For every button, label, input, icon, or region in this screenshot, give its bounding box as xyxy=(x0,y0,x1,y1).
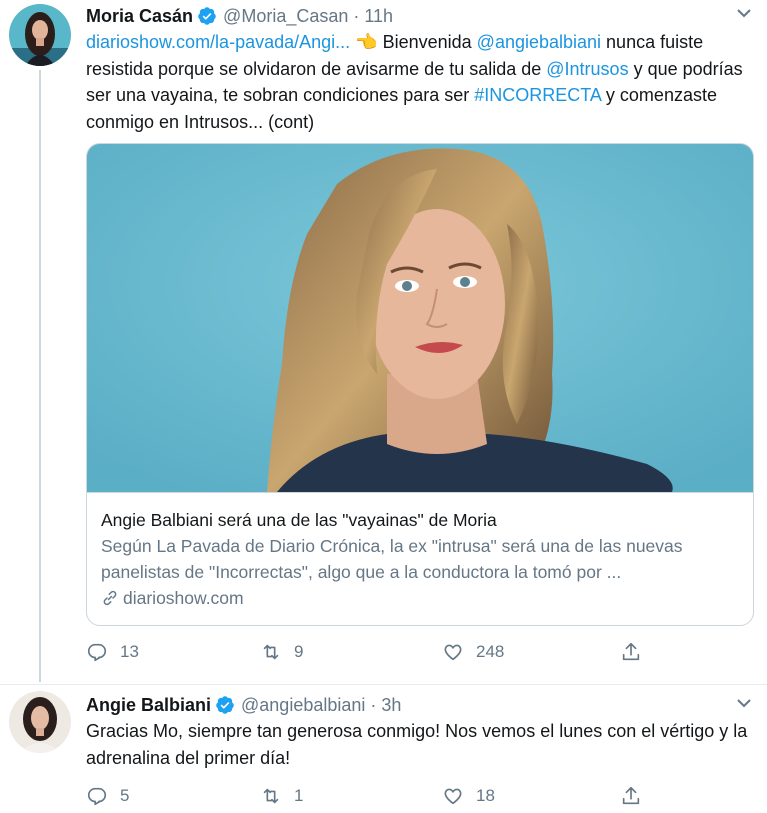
retweet-count: 1 xyxy=(294,786,304,805)
retweet-button[interactable]: 1 xyxy=(260,782,303,810)
author-name[interactable]: Angie Balbiani xyxy=(86,695,211,716)
tweet-timestamp[interactable]: 11h xyxy=(364,6,393,27)
card-meta[interactable]: Angie Balbiani será una de las "vayainas… xyxy=(87,492,753,625)
link-icon xyxy=(103,590,117,606)
chevron-down-icon[interactable] xyxy=(735,694,753,712)
hashtag-incorrecta[interactable]: #INCORRECTA xyxy=(474,85,601,105)
tweet-text: diarioshow.com/la-pavada/Angi... 👈 Bienv… xyxy=(86,29,756,135)
tweet-actions: 5 1 18 xyxy=(86,782,666,810)
card-image[interactable] xyxy=(87,144,753,492)
share-icon xyxy=(622,786,640,805)
retweet-count: 9 xyxy=(294,642,304,661)
like-count: 248 xyxy=(476,642,505,661)
reply-icon xyxy=(87,787,107,806)
card-domain-text: diarioshow.com xyxy=(123,588,244,608)
author-handle[interactable]: @Moria_Casan xyxy=(223,6,348,27)
tweet-actions: 13 9 248 xyxy=(86,638,666,666)
text-segment: Bienvenida xyxy=(377,32,477,52)
reply-button[interactable]: 5 xyxy=(86,782,129,810)
header-separator: · xyxy=(353,5,360,26)
author-handle[interactable]: @angiebalbiani xyxy=(241,695,365,716)
tweet-timestamp[interactable]: 3h xyxy=(381,695,401,716)
card-description: Según La Pavada de Diario Crónica, la ex… xyxy=(101,536,683,582)
share-button[interactable] xyxy=(620,638,654,666)
reply-count: 13 xyxy=(120,642,139,661)
tweet-moria[interactable]: Moria Casán @Moria_Casan · 11h diariosho… xyxy=(0,0,767,684)
mention-angiebalbiani[interactable]: @angiebalbiani xyxy=(477,32,601,52)
chevron-down-icon[interactable] xyxy=(735,4,753,22)
pointing-hand-emoji: 👈 xyxy=(355,32,378,52)
card-domain[interactable]: diarioshow.com xyxy=(101,585,741,611)
tweet-link[interactable]: diarioshow.com/la-pavada/Angi... xyxy=(86,32,350,52)
reply-button[interactable]: 13 xyxy=(86,638,139,666)
mention-intrusos[interactable]: @Intrusos xyxy=(546,59,628,79)
like-icon xyxy=(444,788,462,805)
tweet-header: Moria Casán @Moria_Casan · 11h xyxy=(86,3,393,29)
thread-line xyxy=(39,70,41,682)
avatar-moria[interactable] xyxy=(9,4,71,66)
retweet-icon xyxy=(263,788,279,804)
card-title[interactable]: Angie Balbiani será una de las "vayainas… xyxy=(101,507,741,533)
like-count: 18 xyxy=(476,786,495,805)
like-button[interactable]: 18 xyxy=(442,782,495,810)
link-card[interactable]: Angie Balbiani será una de las "vayainas… xyxy=(86,143,754,626)
author-name[interactable]: Moria Casán xyxy=(86,6,193,27)
retweet-icon xyxy=(263,644,279,660)
avatar-angie[interactable] xyxy=(9,691,71,753)
share-button[interactable] xyxy=(620,782,654,810)
like-icon xyxy=(444,644,462,661)
tweet-text: Gracias Mo, siempre tan generosa conmigo… xyxy=(86,721,748,768)
verified-badge-icon xyxy=(197,6,217,26)
header-separator: · xyxy=(370,694,377,715)
like-button[interactable]: 248 xyxy=(442,638,504,666)
tweet-angie[interactable]: Angie Balbiani @angiebalbiani · 3h Graci… xyxy=(0,684,767,813)
reply-icon xyxy=(87,643,107,662)
retweet-button[interactable]: 9 xyxy=(260,638,303,666)
reply-count: 5 xyxy=(120,786,130,805)
tweet-header: Angie Balbiani @angiebalbiani · 3h xyxy=(86,692,401,718)
verified-badge-icon xyxy=(215,695,235,715)
share-icon xyxy=(622,642,640,661)
